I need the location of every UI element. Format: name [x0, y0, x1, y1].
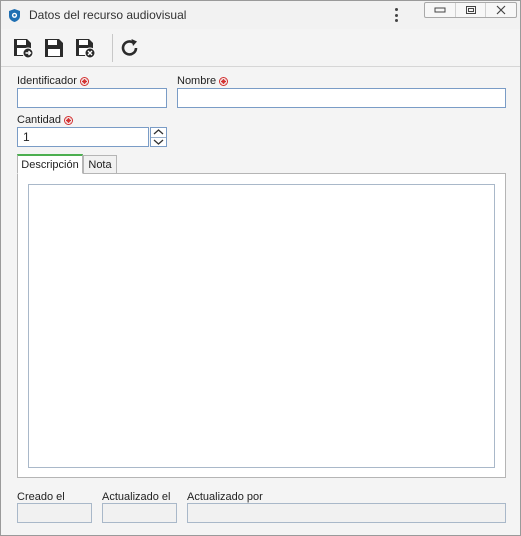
tab-descripcion[interactable]: Descripción — [17, 154, 83, 174]
actualizado-el-field — [102, 503, 177, 523]
save-close-icon — [76, 39, 96, 59]
cantidad-stepper[interactable] — [150, 127, 167, 147]
actualizado-el-label: Actualizado el — [102, 491, 171, 503]
nombre-label: Nombre — [177, 75, 229, 87]
save-button[interactable] — [42, 36, 66, 60]
cantidad-input[interactable] — [17, 127, 149, 147]
refresh-icon — [121, 39, 138, 56]
minimize-icon — [434, 7, 446, 13]
toolbar-separator — [112, 34, 113, 62]
cantidad-label-text: Cantidad — [17, 114, 62, 126]
app-shield-icon — [7, 8, 22, 23]
window-controls — [424, 2, 517, 18]
creado-el-label: Creado el — [17, 491, 65, 503]
chevron-up-icon — [153, 129, 164, 135]
minimize-button[interactable] — [425, 3, 455, 17]
restore-button[interactable] — [454, 3, 486, 17]
nombre-label-text: Nombre — [177, 75, 217, 87]
identificador-label-text: Identificador — [17, 75, 77, 87]
actualizado-por-label: Actualizado por — [187, 491, 263, 503]
refresh-button[interactable] — [118, 36, 142, 60]
nombre-input[interactable] — [177, 88, 506, 108]
window: Datos del recurso audiovisual Identifica… — [0, 0, 521, 536]
save-new-icon — [14, 39, 34, 59]
tab-panel-descripcion — [17, 173, 506, 478]
tab-nota[interactable]: Nota — [83, 155, 117, 174]
title-bar: Datos del recurso audiovisual — [1, 1, 520, 29]
creado-el-field — [17, 503, 92, 523]
cantidad-label: Cantidad — [17, 114, 74, 126]
decrement-button[interactable] — [151, 136, 166, 147]
chevron-down-icon — [153, 139, 164, 145]
restore-icon — [465, 6, 476, 14]
identificador-label: Identificador — [17, 75, 89, 87]
close-button[interactable] — [485, 3, 516, 17]
window-title: Datos del recurso audiovisual — [29, 8, 187, 22]
save-and-close-button[interactable] — [73, 36, 97, 60]
required-icon — [219, 76, 229, 86]
identificador-input[interactable] — [17, 88, 167, 108]
toolbar — [1, 29, 520, 67]
actualizado-por-field — [187, 503, 506, 523]
descripcion-textarea[interactable] — [28, 184, 495, 468]
more-options-icon[interactable] — [390, 6, 402, 24]
required-icon — [64, 115, 74, 125]
save-and-new-button[interactable] — [11, 36, 35, 60]
increment-button[interactable] — [151, 128, 166, 137]
save-icon — [45, 39, 63, 57]
required-icon — [79, 76, 89, 86]
close-icon — [496, 5, 506, 15]
